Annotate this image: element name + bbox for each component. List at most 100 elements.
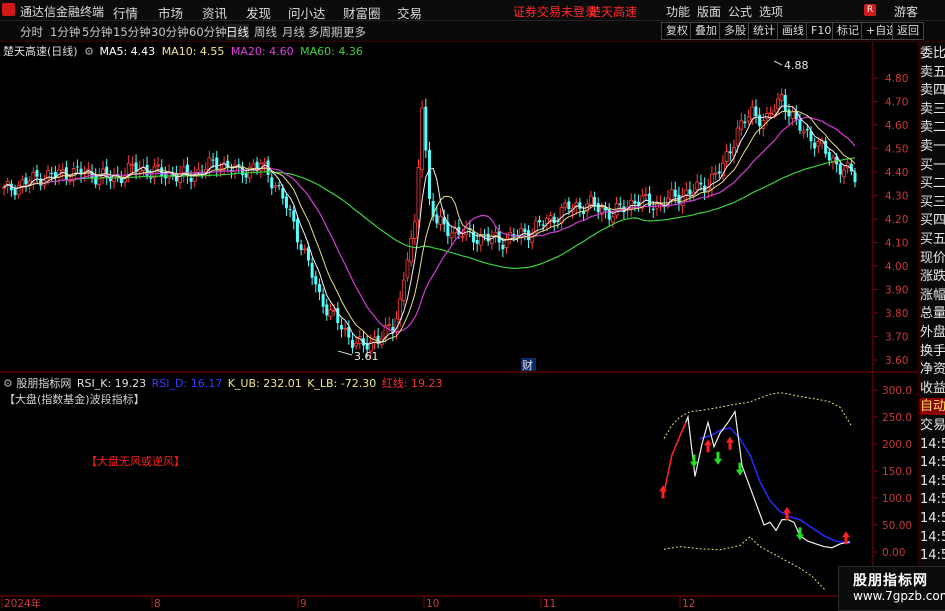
indicator-gear-icon[interactable]: ⚙ <box>3 377 13 390</box>
candle-body-down <box>651 208 655 211</box>
candle-body-down <box>211 159 215 161</box>
candle-body-up <box>178 173 182 183</box>
candle-body-up <box>842 169 846 178</box>
fuquan-button[interactable]: 复权 <box>661 22 693 40</box>
finance-marker-label[interactable]: 财 <box>522 358 533 372</box>
period-60min[interactable]: 60分钟 <box>189 24 227 40</box>
side-label-20[interactable]: 交易 <box>920 417 945 434</box>
side-label-3[interactable]: 卖三 <box>920 101 945 118</box>
y-tick-label: 4.60 <box>885 120 908 132</box>
side-label-1[interactable]: 卖五 <box>920 64 945 81</box>
period-multi[interactable]: 多周期 <box>308 24 343 40</box>
side-label-0[interactable]: 委比 <box>920 45 945 62</box>
menu-shichang[interactable]: 市场 <box>158 3 183 22</box>
side-label-22[interactable]: 14:56 <box>920 454 945 471</box>
overlay-button[interactable]: 叠加 <box>690 22 722 40</box>
y-tick-label: 3.60 <box>885 355 908 367</box>
y-tick-label: 3.90 <box>885 285 908 297</box>
top-menu-bar: 通达信金融终端 行情 市场 资讯 发现 问小达 财富圈 交易 证券交易未登录 楚… <box>0 0 945 21</box>
period-daily[interactable]: 日线 <box>226 24 249 40</box>
draw-line-button[interactable]: 画线 <box>777 22 809 40</box>
side-label-10[interactable]: 买五 <box>920 231 945 248</box>
candle-body-up <box>262 161 267 165</box>
settings-gear-icon[interactable]: ⚙ <box>84 45 94 58</box>
candle-body-up <box>398 298 403 320</box>
menu-wenxiaoda[interactable]: 问小达 <box>288 3 326 22</box>
candle-body-down <box>237 164 241 166</box>
period-30min[interactable]: 30分钟 <box>151 24 189 40</box>
side-label-8[interactable]: 买三 <box>920 194 945 211</box>
candle-body-down <box>13 188 17 196</box>
side-label-24[interactable]: 14:56 <box>920 491 945 508</box>
multi-stock-button[interactable]: 多股 <box>719 22 751 40</box>
side-label-6[interactable]: 买一 <box>920 157 945 174</box>
side-label-13[interactable]: 涨幅 <box>920 287 945 304</box>
candle-body-up <box>156 164 160 167</box>
side-label-17[interactable]: 净资 <box>920 361 945 378</box>
candle-body-up <box>563 202 568 208</box>
indicator-y-ticks: 300.0 250.0 200.0 150.0 100.0 50.00 0.00 <box>873 385 912 559</box>
high-price-label: 4.88 <box>784 59 809 72</box>
side-label-4[interactable]: 卖二 <box>920 119 945 136</box>
period-monthly[interactable]: 月线 <box>282 24 305 40</box>
menu-gongshi[interactable]: 公式 <box>728 3 752 20</box>
watermark: 股朋指标网 www.7gpzb.com <box>838 566 945 611</box>
guest-label[interactable]: 游客 <box>894 3 918 20</box>
menu-jiaoyi[interactable]: 交易 <box>397 3 422 22</box>
candle-body-up <box>16 185 21 196</box>
period-weekly[interactable]: 周线 <box>254 24 277 40</box>
candle-body-up <box>387 324 392 327</box>
side-label-19[interactable]: 自动 <box>920 398 945 416</box>
y-tick-label: 4.40 <box>885 167 908 179</box>
side-label-16[interactable]: 换手 <box>920 343 945 360</box>
ma60-legend: MA60: 4.36 <box>300 45 363 58</box>
side-label-26[interactable]: 14:56 <box>920 529 945 546</box>
side-label-15[interactable]: 外盘 <box>920 324 945 341</box>
side-label-21[interactable]: 14:56 <box>920 436 945 453</box>
period-5min[interactable]: 5分钟 <box>82 24 112 40</box>
chart-canvas[interactable]: 4.80 4.70 4.60 4.50 4.40 4.30 4.20 4.10 4.00 3.90… <box>0 42 918 609</box>
menu-xuanxiang[interactable]: 选项 <box>759 3 783 20</box>
menu-gongneng[interactable]: 功能 <box>666 3 690 20</box>
side-label-9[interactable]: 买四 <box>920 212 945 229</box>
menu-faxian[interactable]: 发现 <box>246 3 271 22</box>
candle-body-up <box>772 110 777 116</box>
side-label-25[interactable]: 14:56 <box>920 510 945 527</box>
back-button[interactable]: 返回 <box>892 22 924 40</box>
menu-hangqing[interactable]: 行情 <box>113 3 138 22</box>
down-arrow-icon <box>714 451 722 465</box>
candle-body-down <box>174 173 178 182</box>
side-label-5[interactable]: 卖一 <box>920 138 945 155</box>
menu-caifuquan[interactable]: 财富圈 <box>343 3 381 22</box>
y-tick-label: 3.80 <box>885 308 908 320</box>
candle-body-up <box>644 194 648 196</box>
candle-body-down <box>94 175 98 185</box>
side-label-18[interactable]: 收益 <box>920 380 945 397</box>
login-warning[interactable]: 证券交易未登录 <box>513 3 597 20</box>
watermark-title: 股朋指标网 <box>853 573 928 589</box>
side-label-14[interactable]: 总量 <box>920 305 945 322</box>
candle-body-up <box>449 232 454 239</box>
menu-zixun[interactable]: 资讯 <box>202 3 227 22</box>
mark-button[interactable]: 标记 <box>832 22 864 40</box>
side-label-7[interactable]: 买二 <box>920 175 945 192</box>
candle-body-up <box>251 163 256 170</box>
side-label-27[interactable]: 14:56 <box>920 547 945 564</box>
period-fenshi[interactable]: 分时 <box>20 24 43 40</box>
r-badge-icon[interactable]: R <box>864 4 876 16</box>
up-arrow-icon <box>726 436 734 450</box>
menu-banmian[interactable]: 版面 <box>697 3 721 20</box>
side-label-11[interactable]: 现价 <box>920 250 945 267</box>
side-label-23[interactable]: 14:56 <box>920 473 945 490</box>
side-label-2[interactable]: 卖四 <box>920 82 945 99</box>
candle-body-down <box>853 172 857 183</box>
candle-body-down <box>673 189 677 197</box>
candle-body-down <box>618 203 622 205</box>
period-15min[interactable]: 15分钟 <box>113 24 151 40</box>
stats-button[interactable]: 统计 <box>748 22 780 40</box>
period-1min[interactable]: 1分钟 <box>50 24 80 40</box>
side-label-12[interactable]: 涨跌 <box>920 268 945 285</box>
candle-body-up <box>130 164 135 167</box>
red-line <box>663 422 687 493</box>
period-more[interactable]: 更多 <box>343 24 366 40</box>
